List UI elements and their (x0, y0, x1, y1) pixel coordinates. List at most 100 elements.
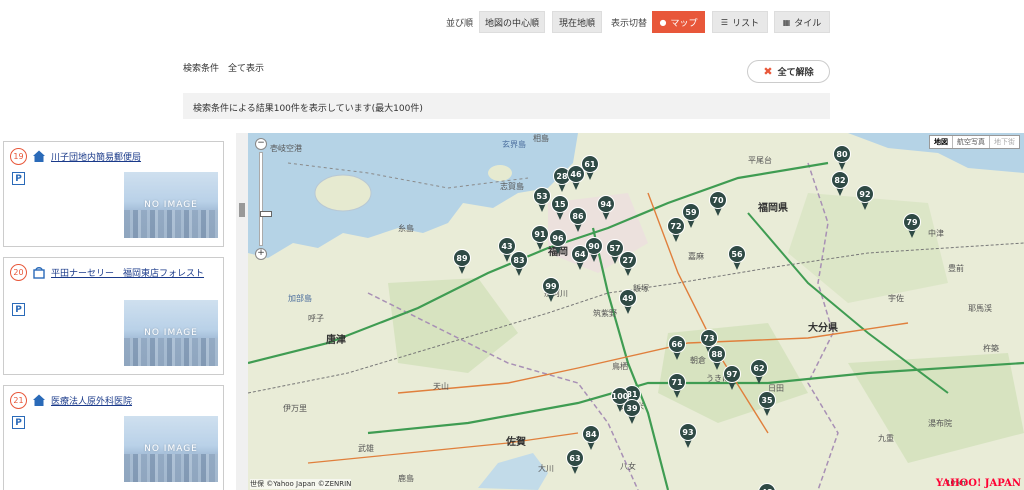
marker-number: 97 (726, 369, 738, 379)
marker-number: 72 (670, 221, 682, 231)
marker-number: 62 (753, 363, 765, 373)
map-marker[interactable]: 96 (549, 229, 567, 255)
zoom-slider[interactable] (259, 152, 272, 246)
grid-icon: ▦ (782, 17, 791, 27)
map-marker[interactable]: 39 (623, 399, 641, 425)
map-label: 大分県 (808, 323, 838, 334)
map-marker[interactable]: 49 (619, 289, 637, 315)
map-label: 伊万里 (283, 404, 307, 413)
map-label: 筑紫野 (593, 309, 617, 318)
map-label: 中津 (928, 229, 944, 238)
map[interactable]: 地図 航空写真 地下街 − + 壱岐空港 玄界島 相島 志賀島 平尾台 福岡県 … (248, 133, 1024, 490)
marker-number: 89 (456, 253, 468, 263)
map-marker[interactable]: 35 (758, 391, 776, 417)
map-label: 朝倉 (690, 356, 706, 365)
map-marker[interactable]: 94 (597, 195, 615, 221)
map-marker[interactable]: 91 (531, 225, 549, 251)
list-scrollbar[interactable] (236, 133, 248, 490)
map-marker[interactable]: 46 (567, 165, 585, 191)
house-icon (33, 394, 45, 406)
marker-number: 79 (906, 217, 918, 227)
close-icon: ✖ (763, 65, 773, 78)
map-label: 佐賀 (506, 437, 526, 448)
map-marker[interactable]: 84 (582, 425, 600, 451)
result-title-link[interactable]: 医療法人原外科医院 (51, 395, 216, 410)
view-tile-button[interactable]: ▦ タイル (774, 11, 830, 33)
marker-number: 93 (682, 427, 694, 437)
list-item[interactable]: 19 川子団地内簡易郵便局 P NO IMAGE (3, 141, 224, 247)
map-marker[interactable]: 15 (551, 195, 569, 221)
list-item[interactable]: 20 平田ナーセリー 福岡東店フォレスト P NO IMAGE (3, 257, 224, 375)
shop-icon (33, 267, 45, 279)
map-marker[interactable]: 62 (750, 359, 768, 385)
map-credit: 世保 ©Yahoo Japan ©ZENRIN (250, 479, 352, 489)
view-map-button[interactable]: ● マップ (652, 11, 705, 33)
map-type-switch: 地図 航空写真 地下街 (929, 135, 1020, 149)
marker-number: 59 (685, 207, 697, 217)
marker-number: 61 (584, 159, 596, 169)
map-marker[interactable]: 82 (831, 171, 849, 197)
view-list-button[interactable]: ☰ リスト (712, 11, 768, 33)
conditions-label: 検索条件 (183, 64, 220, 74)
marker-number: 70 (712, 195, 724, 205)
parking-icon: P (12, 172, 25, 185)
sort-center-button[interactable]: 地図の中心順 (479, 11, 545, 33)
map-marker[interactable]: 79 (903, 213, 921, 239)
no-image-thumbnail: NO IMAGE (124, 416, 218, 482)
map-marker[interactable]: 92 (856, 185, 874, 211)
list-item[interactable]: 21 医療法人原外科医院 P NO IMAGE (3, 385, 224, 490)
map-marker[interactable]: 89 (453, 249, 471, 275)
no-image-thumbnail: NO IMAGE (124, 300, 218, 366)
map-marker[interactable]: 71 (668, 373, 686, 399)
map-marker[interactable]: 48 (758, 483, 776, 490)
sort-label: 並び順 (446, 19, 474, 29)
zoom-out-button[interactable]: − (255, 138, 267, 150)
map-marker[interactable]: 70 (709, 191, 727, 217)
toolbar: 並び順 地図の中心順 現在地順 表示切替 ● マップ ☰ リスト ▦ タイル (0, 11, 830, 33)
marker-number: 73 (703, 333, 715, 343)
map-label: 相島 (533, 134, 549, 143)
map-label: 唐津 (326, 335, 346, 346)
map-marker[interactable]: 63 (566, 449, 584, 475)
marker-number: 99 (545, 281, 557, 291)
marker-number: 27 (622, 255, 634, 265)
result-title-link[interactable]: 川子団地内簡易郵便局 (51, 151, 216, 166)
map-label: 平尾台 (748, 156, 772, 165)
map-marker[interactable]: 86 (569, 207, 587, 233)
result-title-link[interactable]: 平田ナーセリー 福岡東店フォレスト (51, 267, 216, 282)
marker-number: 92 (859, 189, 871, 199)
map-type-underground[interactable]: 地下街 (989, 136, 1019, 148)
marker-number: 66 (671, 339, 683, 349)
map-label: 嘉麻 (688, 252, 704, 261)
result-number: 19 (10, 148, 27, 165)
marker-number: 53 (536, 191, 548, 201)
map-label: 大川 (538, 464, 554, 473)
map-marker[interactable]: 72 (667, 217, 685, 243)
result-number: 21 (10, 392, 27, 409)
map-marker[interactable]: 97 (723, 365, 741, 391)
result-list: 19 川子団地内簡易郵便局 P NO IMAGE 20 平田ナーセリー 福岡東店… (0, 133, 236, 490)
map-label: 壱岐空港 (270, 144, 302, 153)
map-marker[interactable]: 27 (619, 251, 637, 277)
map-marker[interactable]: 53 (533, 187, 551, 213)
no-image-thumbnail: NO IMAGE (124, 172, 218, 238)
marker-number: 86 (572, 211, 584, 221)
map-marker[interactable]: 99 (542, 277, 560, 303)
clear-all-button[interactable]: ✖ 全て解除 (747, 60, 830, 83)
marker-number: 96 (552, 233, 564, 243)
marker-number: 56 (731, 249, 743, 259)
map-marker[interactable]: 64 (571, 245, 589, 271)
sort-current-button[interactable]: 現在地順 (552, 11, 602, 33)
map-type-aerial[interactable]: 航空写真 (952, 136, 989, 148)
marker-number: 71 (671, 377, 683, 387)
zoom-in-button[interactable]: + (255, 248, 267, 260)
map-marker[interactable]: 56 (728, 245, 746, 271)
marker-number: 35 (761, 395, 773, 405)
map-marker[interactable]: 93 (679, 423, 697, 449)
conditions-value: 全て表示 (228, 64, 265, 74)
map-label: 鹿島 (398, 474, 414, 483)
map-type-standard[interactable]: 地図 (930, 136, 952, 148)
map-marker[interactable]: 66 (668, 335, 686, 361)
map-marker[interactable]: 80 (833, 145, 851, 171)
map-marker[interactable]: 83 (510, 251, 528, 277)
